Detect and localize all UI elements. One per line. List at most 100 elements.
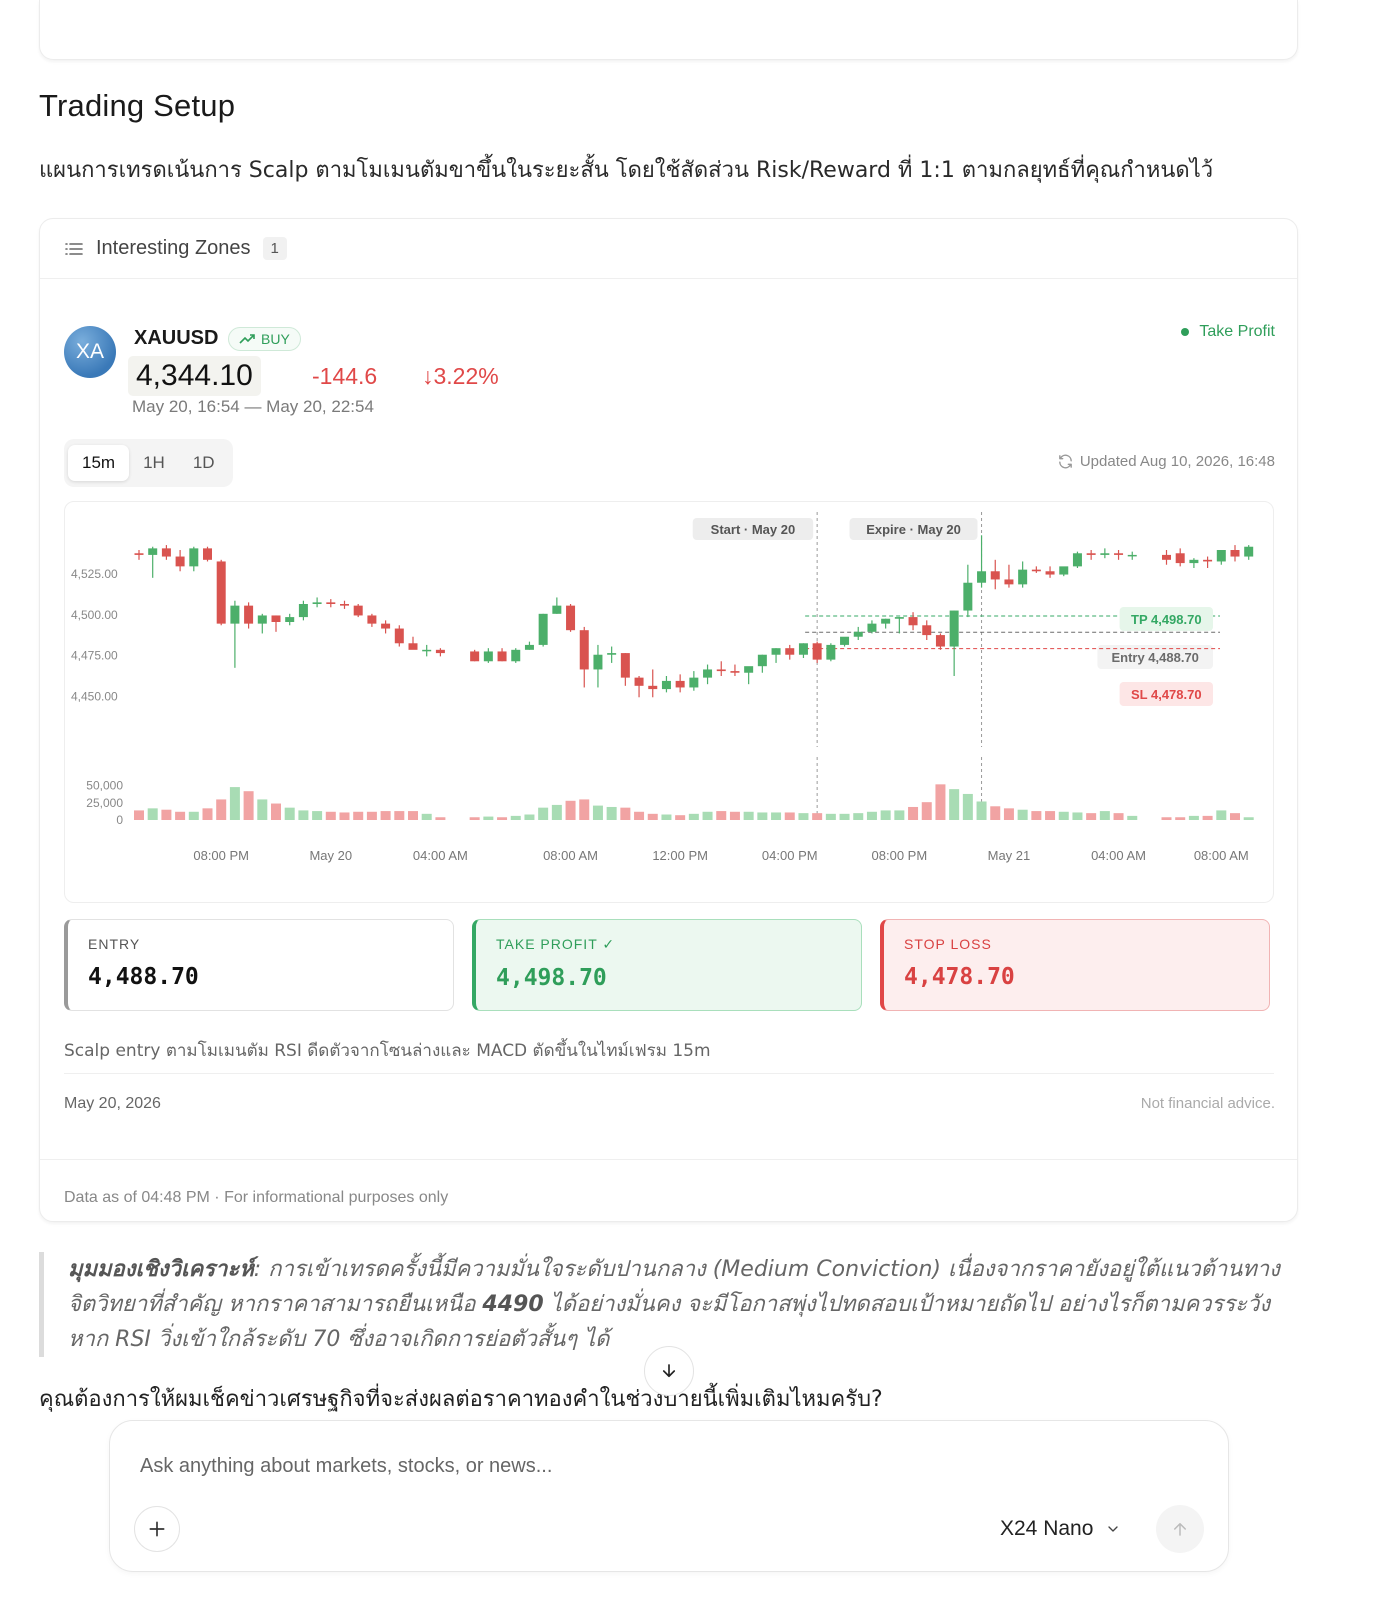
price-axis-label: 4,500.00 — [71, 608, 118, 622]
timeframe-15m[interactable]: 15m — [68, 445, 130, 481]
volume-bar — [798, 813, 809, 820]
timeframe-1h[interactable]: 1H — [129, 445, 179, 481]
zones-header[interactable]: Interesting Zones 1 — [40, 219, 1297, 279]
volume-bar — [579, 799, 590, 820]
volume-bar — [771, 812, 782, 820]
volume-bar — [661, 814, 672, 820]
level-label: Entry 4,488.70 — [1111, 650, 1198, 665]
candle-body — [470, 651, 480, 662]
candle-body — [367, 615, 377, 624]
send-button[interactable] — [1156, 1505, 1204, 1553]
price-chart[interactable]: 4,525.00 4,500.00 4,475.00 4,450.00 50,000 25… — [64, 501, 1274, 903]
price-axis-label: 4,525.00 — [71, 567, 118, 581]
zones-count-badge: 1 — [262, 237, 287, 260]
volume-bar — [757, 812, 768, 820]
scroll-down-button[interactable] — [644, 1346, 694, 1396]
volume-bar — [565, 800, 576, 820]
follow-up-question: คุณต้องการให้ผมเช็คข่าวเศรษฐกิจที่จะส่งผ… — [39, 1387, 883, 1412]
candle-body — [1216, 550, 1226, 562]
candle-body — [990, 571, 1000, 580]
volume-bar — [894, 810, 905, 820]
volume-bar — [394, 811, 405, 820]
time-axis-label: 12:00 PM — [652, 848, 708, 863]
volume-bar — [729, 811, 740, 820]
candle-body — [1031, 569, 1041, 572]
time-axis-label: May 20 — [309, 848, 352, 863]
symbol-avatar: XA — [64, 326, 116, 378]
time-axis-label: May 21 — [988, 848, 1031, 863]
volume-axis-label: 50,000 — [86, 779, 123, 793]
candle-body — [1162, 554, 1171, 560]
analysis-label: มุมมองเชิงวิเคราะห์ — [68, 1257, 254, 1282]
model-selector[interactable]: X24 Nano — [1000, 1517, 1121, 1541]
volume-bar — [366, 811, 377, 820]
signal-time-range: May 20, 16:54 — May 20, 22:54 — [132, 397, 374, 416]
volume-bar — [688, 813, 699, 820]
volume-bar — [1099, 811, 1110, 820]
timeframe-1d[interactable]: 1D — [179, 445, 229, 481]
candle-body — [1100, 553, 1110, 555]
arrow-down-icon — [662, 1364, 676, 1378]
candle-body — [908, 617, 918, 626]
candle-body — [730, 671, 740, 673]
candle-body — [1127, 554, 1137, 557]
candle-body — [949, 610, 959, 647]
price-axis-label: 4,475.00 — [71, 649, 118, 663]
refresh-icon — [1058, 454, 1072, 469]
updated-timestamp[interactable]: Updated Aug 10, 2026, 16:48 — [1057, 453, 1275, 470]
volume-bar — [634, 811, 645, 820]
candle-body — [840, 636, 850, 645]
signal-date: May 20, 2026 — [64, 1095, 161, 1112]
candle-body — [271, 615, 281, 622]
candle-body — [1189, 559, 1199, 564]
volume-bar — [469, 817, 480, 820]
stop-loss-label: STOP LOSS — [904, 936, 992, 952]
candle-body — [483, 651, 493, 662]
take-profit-label: TAKE PROFIT ✓ — [496, 936, 616, 952]
candle-body — [977, 571, 987, 583]
status-badge: Take Profit — [1181, 323, 1275, 341]
volume-axis-label: 0 — [116, 813, 123, 827]
volume-bar — [353, 811, 364, 820]
volume-bar — [908, 806, 919, 820]
candle-body — [189, 548, 199, 567]
volume-bar — [284, 807, 295, 820]
candle-body — [161, 548, 171, 557]
volume-bar — [161, 809, 172, 820]
candle-body — [771, 648, 781, 655]
candle-body — [703, 669, 713, 678]
candle-body — [593, 654, 603, 670]
arrow-down-icon: ↓ — [422, 363, 434, 389]
volume-bar — [524, 814, 535, 820]
volume-bar — [1058, 811, 1069, 820]
volume-bar — [538, 807, 549, 820]
volume-bar — [825, 813, 836, 820]
chat-input[interactable]: Ask anything about markets, stocks, or n… — [140, 1455, 552, 1478]
volume-bar — [421, 813, 432, 820]
volume-bar — [483, 816, 494, 820]
trending-up-icon — [239, 334, 255, 344]
volume-bar — [1031, 811, 1042, 820]
level-label: TP 4,498.70 — [1131, 612, 1202, 627]
volume-bar — [312, 811, 323, 820]
volume-bar — [839, 813, 850, 820]
candle-body — [661, 680, 671, 690]
status-dot-icon — [1181, 328, 1190, 336]
candle-body — [1004, 579, 1014, 585]
candle-body — [422, 649, 432, 652]
previous-card — [39, 0, 1298, 60]
volume-bar — [702, 811, 713, 820]
volume-bar — [1216, 810, 1227, 820]
data-note: Data as of 04:48 PM · For informational … — [64, 1189, 449, 1206]
volume-bar — [1003, 808, 1014, 820]
volume-bar — [743, 811, 754, 820]
card-divider — [64, 1073, 1274, 1074]
analysis-quote: มุมมองเชิงวิเคราะห์: การเข้าเทรดครั้งนี้… — [39, 1252, 1298, 1357]
add-attachment-button[interactable] — [134, 1506, 180, 1552]
candle-body — [203, 548, 212, 560]
volume-bar — [675, 815, 686, 820]
candle-body — [1244, 546, 1254, 557]
candle-body — [511, 649, 521, 662]
candle-body — [1045, 571, 1055, 575]
candle-body — [812, 643, 822, 660]
